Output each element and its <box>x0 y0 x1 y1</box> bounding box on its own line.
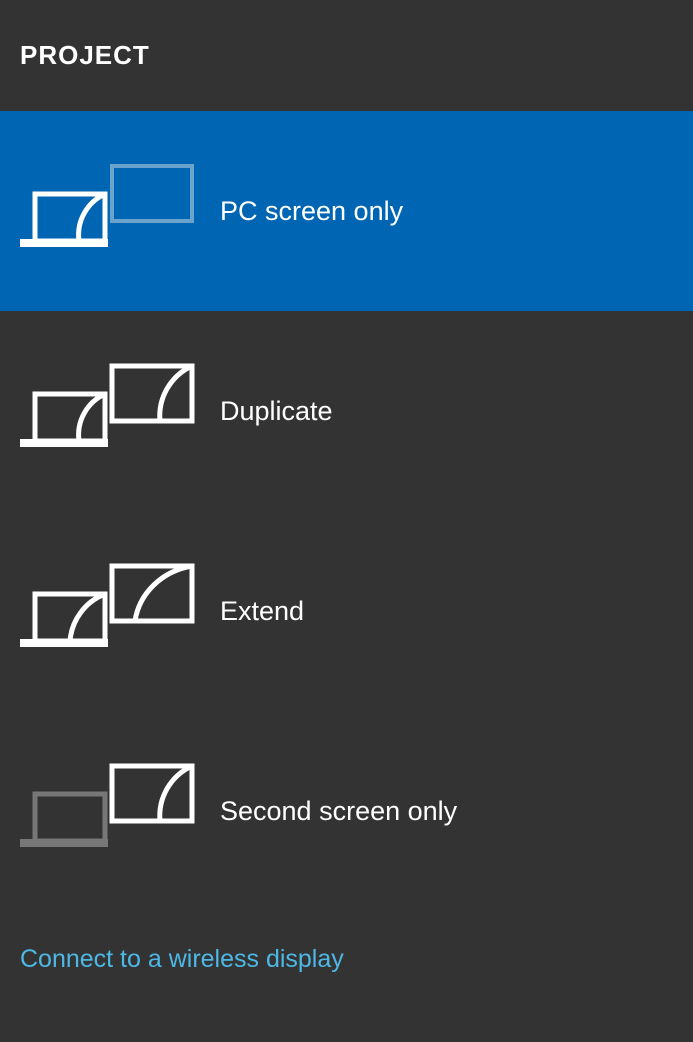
pc-screen-only-icon <box>20 161 200 261</box>
duplicate-icon <box>20 361 200 461</box>
project-option-extend[interactable]: Extend <box>0 511 693 711</box>
project-option-duplicate[interactable]: Duplicate <box>0 311 693 511</box>
option-label: Second screen only <box>220 796 457 827</box>
project-option-second-screen-only[interactable]: Second screen only <box>0 711 693 911</box>
extend-icon <box>20 561 200 661</box>
second-screen-only-icon <box>20 761 200 861</box>
panel-title: PROJECT <box>0 0 693 111</box>
option-label: Extend <box>220 596 304 627</box>
connect-wireless-display-link[interactable]: Connect to a wireless display <box>20 945 344 974</box>
project-option-pc-screen-only[interactable]: PC screen only <box>0 111 693 311</box>
option-label: PC screen only <box>220 196 403 227</box>
option-label: Duplicate <box>220 396 333 427</box>
